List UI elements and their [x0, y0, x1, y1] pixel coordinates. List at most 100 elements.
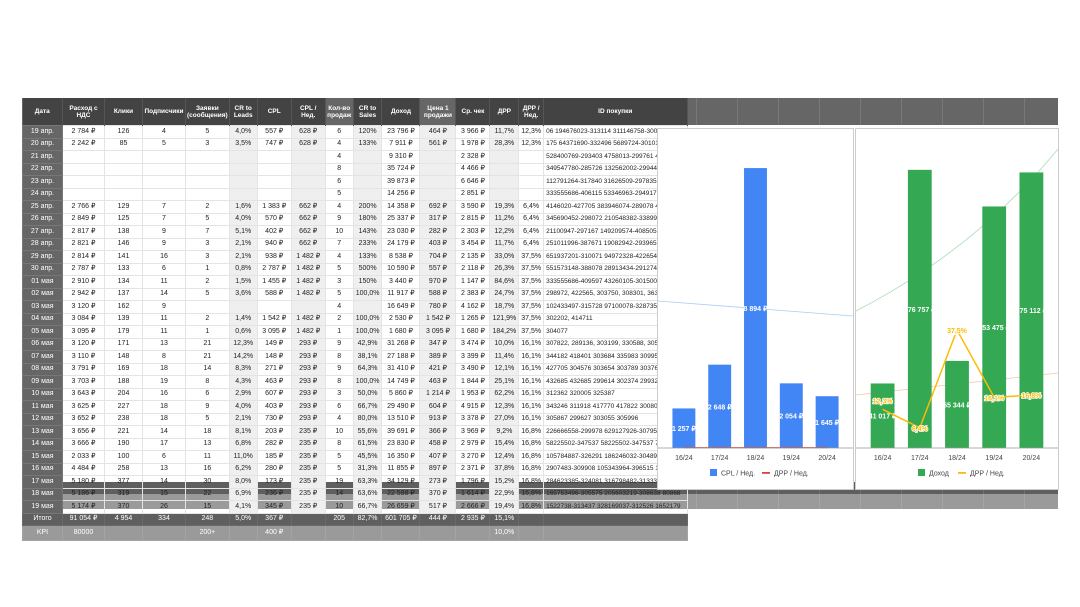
- cell-sales-count[interactable]: 3: [324, 387, 354, 401]
- cell-leads[interactable]: 5: [185, 287, 230, 301]
- cell-drr-week[interactable]: [518, 175, 545, 189]
- cell-income[interactable]: 27 188 ₽: [381, 350, 421, 364]
- cell-avg-check[interactable]: 1 844 ₽: [455, 375, 491, 389]
- cell-subscribers[interactable]: 334: [142, 512, 186, 526]
- cell-cr-sales[interactable]: 63,6%: [352, 487, 383, 501]
- cell-leads[interactable]: 3: [185, 137, 230, 151]
- income-weekly-chart[interactable]: 41 017 ₽176 757 ₽55 344 ₽153 475 ₽175 11…: [855, 128, 1059, 490]
- cell-spend[interactable]: 5 186 ₽: [62, 487, 105, 501]
- cell-drr-week[interactable]: [518, 187, 545, 201]
- cell-leads[interactable]: 14: [185, 362, 230, 376]
- cell-cpl-week[interactable]: 235 ₽: [290, 437, 326, 451]
- cell-drr[interactable]: 11,4%: [489, 350, 520, 364]
- cell-avg-check[interactable]: 2 935 ₽: [455, 512, 491, 526]
- cell-avg-check[interactable]: 2 851 ₽: [455, 187, 491, 201]
- cell-avg-check[interactable]: [455, 524, 491, 541]
- cell-cpl-week[interactable]: 1 482 ₽: [290, 325, 326, 339]
- cell-leads[interactable]: [185, 175, 230, 189]
- cell-cpl-week[interactable]: [290, 162, 326, 176]
- cell-income[interactable]: 2 530 ₽: [381, 312, 421, 326]
- cell-cpl-week[interactable]: [290, 175, 326, 189]
- cell-drr-week[interactable]: 37,5%: [518, 287, 545, 301]
- cell-cr-sales[interactable]: 80,0%: [352, 412, 383, 426]
- cell-date[interactable]: 14 мая: [22, 437, 63, 451]
- cell-cpl-week[interactable]: 1 482 ₽: [290, 312, 326, 326]
- cell-subscribers[interactable]: 6: [142, 450, 186, 464]
- cell-drr[interactable]: 25,1%: [489, 375, 520, 389]
- cell-subscribers[interactable]: 18: [142, 362, 186, 376]
- cell-cr-leads[interactable]: 4,0%: [228, 400, 258, 414]
- cell-leads[interactable]: [185, 150, 230, 164]
- cell-clicks[interactable]: 258: [104, 462, 143, 476]
- cell-drr[interactable]: 37,8%: [489, 462, 520, 476]
- column-header-avg-check[interactable]: Ср. чек: [455, 98, 491, 126]
- cell-spend[interactable]: 3 703 ₽: [62, 375, 105, 389]
- cell-drr[interactable]: 11,2%: [489, 212, 520, 226]
- cell-spend[interactable]: 3 643 ₽: [62, 387, 105, 401]
- cell-subscribers[interactable]: 19: [142, 375, 186, 389]
- cell-cr-leads[interactable]: 3,5%: [228, 137, 258, 151]
- cell-cpl-week[interactable]: 293 ₽: [290, 400, 326, 414]
- cell-income[interactable]: 5 860 ₽: [381, 387, 421, 401]
- cell-cr-leads[interactable]: 12,3%: [228, 337, 258, 351]
- cell-sale-price[interactable]: 604 ₽: [419, 400, 457, 414]
- cell-cr-sales[interactable]: 55,6%: [352, 425, 383, 439]
- cell-sales-count[interactable]: 10: [324, 500, 354, 514]
- column-header-sales-count[interactable]: Кол-во продаж: [325, 98, 354, 126]
- cell-subscribers[interactable]: 6: [142, 262, 186, 276]
- cell-drr[interactable]: 121,9%: [489, 312, 520, 326]
- column-header-cr-leads[interactable]: CR to Leads: [229, 98, 258, 126]
- cell-spend[interactable]: 2 849 ₽: [62, 212, 105, 226]
- cell-cpl[interactable]: 1 542 ₽: [256, 312, 292, 326]
- cell-leads[interactable]: 3: [185, 237, 230, 251]
- cell-sales-count[interactable]: 4: [324, 250, 354, 264]
- cell-spend[interactable]: 2 814 ₽: [62, 250, 105, 264]
- column-header-drr-week[interactable]: ДРР / Нед.: [518, 98, 545, 126]
- cell-income[interactable]: 34 129 ₽: [381, 475, 421, 489]
- cell-spend[interactable]: 3 120 ₽: [62, 337, 105, 351]
- cell-cpl[interactable]: [256, 162, 292, 176]
- cell-leads[interactable]: 5: [185, 412, 230, 426]
- cell-cpl[interactable]: 570 ₽: [256, 212, 292, 226]
- cell-avg-check[interactable]: 1 796 ₽: [455, 475, 491, 489]
- cell-cr-leads[interactable]: [228, 162, 258, 176]
- cell-sale-price[interactable]: 282 ₽: [419, 225, 457, 239]
- cell-drr-week[interactable]: 12,3%: [518, 125, 545, 139]
- cell-cr-sales[interactable]: 133%: [352, 137, 383, 151]
- cell-cpl[interactable]: 747 ₽: [256, 137, 292, 151]
- cell-date[interactable]: 13 мая: [22, 425, 63, 439]
- cell-cpl-week[interactable]: [290, 512, 326, 526]
- cell-avg-check[interactable]: 2 979 ₽: [455, 437, 491, 451]
- cell-date[interactable]: 23 апр.: [22, 175, 63, 189]
- cell-cr-sales[interactable]: 200%: [352, 200, 383, 214]
- cell-sales-count[interactable]: 8: [324, 375, 354, 389]
- cell-drr[interactable]: 10,0%: [489, 337, 520, 351]
- cell-income[interactable]: 23 030 ₽: [381, 225, 421, 239]
- cell-drr[interactable]: 84,6%: [489, 275, 520, 289]
- cell-date[interactable]: 16 мая: [22, 462, 63, 476]
- cell-date[interactable]: 03 мая: [22, 300, 63, 314]
- cell-clicks[interactable]: 190: [104, 437, 143, 451]
- cell-avg-check[interactable]: 1 953 ₽: [455, 387, 491, 401]
- cell-clicks[interactable]: 4 954: [104, 512, 143, 526]
- cell-drr-week[interactable]: 37,5%: [518, 300, 545, 314]
- cell-sales-count[interactable]: 5: [324, 287, 354, 301]
- cell-cpl[interactable]: 148 ₽: [256, 350, 292, 364]
- cell-drr[interactable]: 12,1%: [489, 362, 520, 376]
- cell-avg-check[interactable]: 3 474 ₽: [455, 337, 491, 351]
- cell-subscribers[interactable]: [142, 187, 186, 201]
- cell-avg-check[interactable]: 1 680 ₽: [455, 325, 491, 339]
- cell-cpl-week[interactable]: 1 482 ₽: [290, 275, 326, 289]
- cell-cr-leads[interactable]: [228, 300, 258, 314]
- cell-date[interactable]: 18 мая: [22, 487, 63, 501]
- column-header-spend[interactable]: Расход с НДС: [62, 98, 105, 126]
- cell-sale-price[interactable]: 557 ₽: [419, 262, 457, 276]
- cell-cpl[interactable]: 400 ₽: [256, 524, 292, 541]
- cell-income[interactable]: 39 691 ₽: [381, 425, 421, 439]
- cell-cr-sales[interactable]: 143%: [352, 225, 383, 239]
- cell-drr-week[interactable]: 16,8%: [518, 475, 545, 489]
- cell-subscribers[interactable]: [142, 175, 186, 189]
- cell-cr-sales[interactable]: 133%: [352, 250, 383, 264]
- cell-income[interactable]: 26 659 ₽: [381, 500, 421, 514]
- cell-sale-price[interactable]: 370 ₽: [419, 487, 457, 501]
